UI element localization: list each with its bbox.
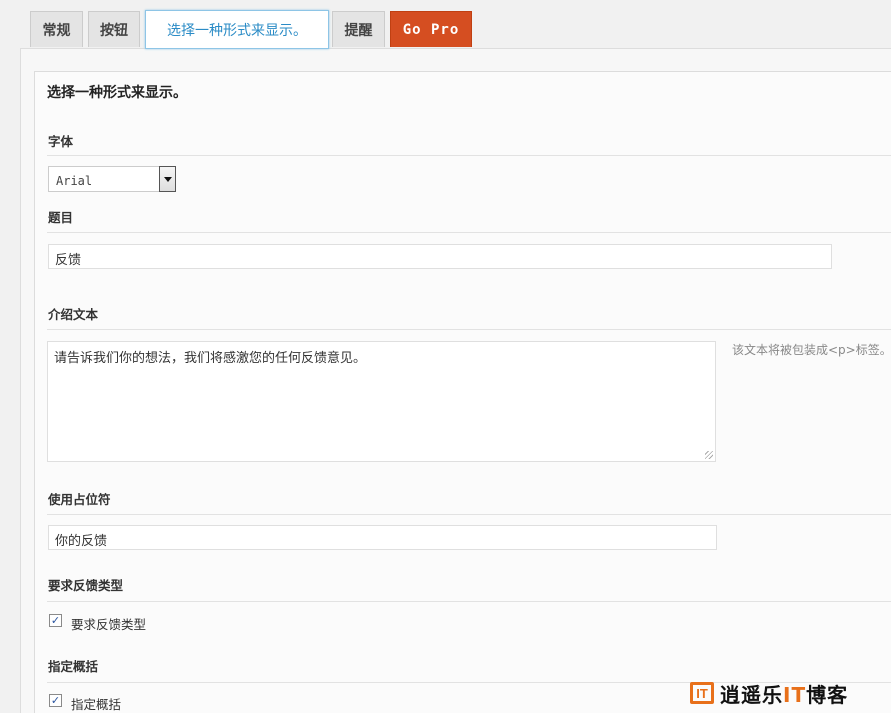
subject-label: 题目 <box>48 210 74 225</box>
divider <box>47 329 891 330</box>
divider <box>47 155 891 156</box>
summary-checkbox-label[interactable]: 指定概括 <box>71 694 121 713</box>
summary-heading: 指定概括 <box>48 659 99 674</box>
chevron-down-icon[interactable] <box>159 166 176 192</box>
tab-go-pro[interactable]: Go Pro <box>390 11 472 47</box>
summary-checkbox[interactable]: ✓ <box>49 694 62 707</box>
require-type-checkbox[interactable]: ✓ <box>49 614 62 627</box>
panel-title: 选择一种形式来显示。 <box>47 85 187 101</box>
divider <box>47 514 891 515</box>
font-select[interactable]: Arial <box>48 166 176 192</box>
watermark-text: 逍遥乐IT博客 <box>720 682 849 707</box>
require-type-checkbox-label[interactable]: 要求反馈类型 <box>71 614 146 633</box>
font-select-value: Arial <box>56 174 93 188</box>
font-label: 字体 <box>48 134 74 149</box>
divider <box>47 601 891 602</box>
watermark: IT 逍遥乐IT博客 <box>690 681 849 707</box>
placeholder-input[interactable]: 你的反馈 <box>48 525 717 550</box>
tab-form-display[interactable]: 选择一种形式来显示。 <box>145 10 329 49</box>
watermark-logo: IT <box>690 682 714 704</box>
placeholder-label: 使用占位符 <box>48 492 111 507</box>
divider <box>47 232 891 233</box>
form-display-panel: 选择一种形式来显示。 字体 Arial 题目 反馈 介绍文本 请告诉我们你的想法… <box>34 71 891 713</box>
resize-handle-icon[interactable] <box>705 451 713 459</box>
intro-text-textarea[interactable]: 请告诉我们你的想法，我们将感激您的任何反馈意见。 <box>47 341 716 462</box>
intro-text-value: 请告诉我们你的想法，我们将感激您的任何反馈意见。 <box>54 351 367 366</box>
tab-button[interactable]: 按钮 <box>88 11 140 47</box>
intro-text-label: 介绍文本 <box>48 307 99 322</box>
subject-input[interactable]: 反馈 <box>48 244 832 269</box>
require-type-heading: 要求反馈类型 <box>48 578 124 593</box>
tab-general[interactable]: 常规 <box>30 11 83 47</box>
tab-reminder[interactable]: 提醒 <box>332 11 385 47</box>
intro-text-hint: 该文本将被包装成<p>标签。 <box>732 343 891 357</box>
